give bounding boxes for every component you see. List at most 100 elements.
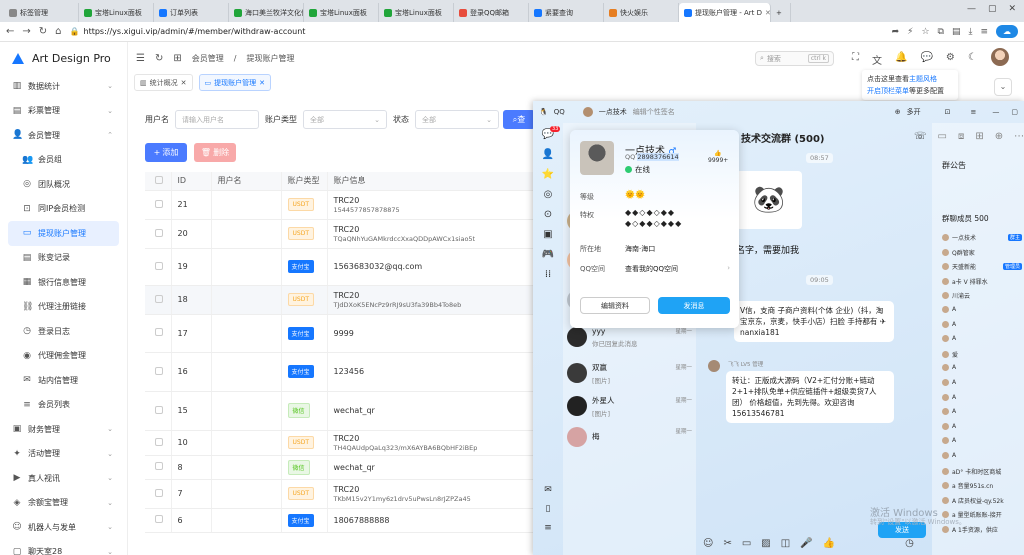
sidebar-item[interactable]: ◈ 余额宝管理 ⌄ — [0, 491, 127, 516]
maximize-icon[interactable]: ▢ — [1011, 108, 1018, 116]
table-row[interactable]: 15 微信 wechat_qr — [145, 391, 535, 431]
member-item[interactable]: A — [942, 452, 1022, 459]
page-tab[interactable]: ▥ 统计概况 ✕ — [134, 74, 193, 91]
extension-icon[interactable]: ⧉ — [938, 27, 944, 37]
member-item[interactable]: A — [942, 364, 1022, 372]
chat-bubble[interactable]: V信，支商 子商户资料(个体 企业)（抖，淘宝京东，京麦，快手小店）扫脸 手持都… — [734, 301, 894, 342]
collapse-menu-icon[interactable]: ☰ — [136, 53, 145, 64]
select-all-checkbox[interactable] — [155, 175, 163, 184]
translate-icon[interactable]: 文 — [872, 52, 882, 67]
member-item[interactable]: a 音量951s.cn — [942, 481, 1022, 490]
multi-open-icon[interactable]: ⊕ — [895, 108, 901, 116]
table-row[interactable]: 17 支付宝 9999 — [145, 314, 535, 353]
star-icon[interactable]: ☆ — [921, 27, 929, 37]
table-row[interactable]: 6 支付宝 18067888888 — [145, 508, 535, 533]
scissors-icon[interactable]: ✂ — [723, 538, 731, 549]
close-tab-icon[interactable]: ✕ — [765, 9, 770, 17]
qzone-link[interactable]: 查看我的QQ空间 › — [625, 264, 730, 274]
row-checkbox[interactable] — [155, 488, 163, 497]
conversation-item[interactable]: 双赢 [图片] 星期一 — [563, 355, 696, 391]
profile-likes[interactable]: 👍 9999+ — [708, 150, 728, 164]
history-icon[interactable]: ◷ — [905, 538, 914, 549]
home-icon[interactable]: ⌂ — [55, 26, 61, 37]
type-select[interactable]: 全部 ⌄ — [303, 110, 387, 129]
menu-icon[interactable]: ≡ — [544, 523, 552, 533]
sidebar-item[interactable]: ▣ 财务管理 ⌄ — [0, 417, 127, 442]
member-item[interactable]: 一点技术 群主 — [942, 233, 1022, 242]
phone-icon[interactable]: ▯ — [546, 504, 551, 514]
url-field[interactable]: 🔒 https://ys.xigui.vip/admin/#/member/wi… — [70, 27, 884, 36]
chevron-down-icon[interactable]: ⌄ — [994, 78, 1012, 96]
header-search[interactable]: ⌕ 搜索 ctrl k — [755, 51, 834, 66]
contacts-icon[interactable]: 👤 — [542, 149, 554, 160]
conversation-item[interactable]: 梅 星期一 — [563, 419, 696, 455]
pin-icon[interactable]: ⊡ — [945, 108, 951, 116]
multi-open-label[interactable]: 多开 — [907, 107, 921, 117]
member-item[interactable]: 天盛新能 管理员 — [942, 262, 1022, 271]
channel-icon[interactable]: ⊙ — [544, 209, 552, 220]
member-item[interactable]: A — [942, 408, 1022, 416]
browser-tab[interactable]: 提现账户管理 - Art D ✕ — [679, 3, 771, 22]
sticker-image[interactable]: 🐼 — [736, 171, 802, 229]
sidebar-item[interactable]: ◉ 代理佣金管理 — [0, 344, 127, 369]
sidebar-item[interactable]: ☺ 机器人与发单 ⌄ — [0, 515, 127, 540]
browser-tab[interactable]: 宝塔Linux面板 — [79, 3, 154, 22]
row-checkbox[interactable] — [155, 366, 163, 375]
image-icon[interactable]: ▨ — [761, 538, 770, 549]
tip-theme-link[interactable]: 主题风格 — [909, 75, 937, 83]
mail-icon[interactable]: ✉ — [544, 485, 552, 495]
sidebar-item[interactable]: ▦ 银行信息管理 — [0, 270, 127, 295]
qq-self-avatar[interactable] — [582, 107, 593, 117]
tip-topmenu-link[interactable]: 开启顶栏菜单 — [867, 87, 909, 95]
status-select[interactable]: 全部 ⌄ — [415, 110, 499, 129]
collections-icon[interactable]: ▤ — [952, 27, 961, 37]
logo[interactable]: Art Design Pro — [0, 42, 127, 74]
row-checkbox[interactable] — [155, 405, 163, 414]
row-checkbox[interactable] — [155, 515, 163, 523]
sidebar-item[interactable]: ✦ 活动管理 ⌄ — [0, 442, 127, 467]
row-checkbox[interactable] — [155, 199, 163, 208]
close-icon[interactable]: ✕ — [1008, 4, 1016, 18]
sidebar-item[interactable]: ⛓ 代理注册链接 — [0, 295, 127, 320]
menu-icon[interactable]: ≡ — [971, 108, 977, 116]
page-tab[interactable]: ▭ 提现账户管理 ✕ — [198, 74, 271, 91]
bell-icon[interactable]: 🔔 — [895, 52, 907, 67]
planet-icon[interactable]: ◎ — [544, 189, 553, 200]
minimize-icon[interactable]: — — [992, 108, 999, 116]
group-announcement[interactable]: 群公告 — [942, 160, 966, 171]
member-item[interactable]: A — [942, 393, 1022, 401]
maximize-icon[interactable]: ▢ — [988, 4, 997, 18]
download-icon[interactable]: ⤓ — [968, 27, 972, 37]
row-checkbox[interactable] — [155, 437, 163, 446]
row-checkbox[interactable] — [155, 462, 163, 470]
sidebar-item[interactable]: ◷ 登录日志 — [0, 319, 127, 344]
sidebar-item[interactable]: ⊡ 同IP会员检测 — [0, 197, 127, 222]
browser-tab[interactable]: 紧要查询 — [529, 3, 604, 22]
member-item[interactable]: a卡 V 排罪水 — [942, 277, 1022, 286]
sender-name[interactable]: 飞飞 LV5 管理 — [728, 360, 763, 368]
red-packet-icon[interactable]: ◫ — [781, 538, 790, 549]
favorite-icon[interactable]: ⭐ — [542, 169, 554, 180]
member-item[interactable]: aD° 卡和时区商城 — [942, 467, 1022, 476]
cloud-icon[interactable]: ☁ — [996, 25, 1018, 38]
breadcrumb-item[interactable]: 会员管理 — [192, 53, 224, 64]
sidebar-item[interactable]: ▢ 聊天室28 ⌄ — [0, 540, 127, 555]
send-message-button[interactable]: 发消息 — [658, 297, 730, 314]
chat-icon[interactable]: 💬 — [920, 52, 932, 67]
member-item[interactable]: Q群管家 — [942, 248, 1022, 257]
document-icon[interactable]: ▣ — [543, 229, 552, 240]
browser-tab[interactable]: 宝塔Linux面板 — [379, 3, 454, 22]
game-icon[interactable]: 🎮 — [542, 249, 554, 260]
emoji-icon[interactable]: ☺ — [703, 538, 713, 549]
avatar[interactable] — [991, 48, 1009, 66]
theme-moon-icon[interactable]: ☾ — [968, 52, 977, 67]
mic-icon[interactable]: 🎤 — [800, 538, 812, 549]
sidebar-item[interactable]: 👥 会员组 — [0, 148, 127, 173]
refresh-icon[interactable]: ↻ — [155, 53, 163, 64]
browser-tab[interactable]: 标签管理 — [4, 3, 79, 22]
like-icon[interactable]: 👍 — [823, 538, 835, 549]
bolt-icon[interactable]: ⚡ — [907, 27, 913, 37]
table-row[interactable]: 16 支付宝 123456 — [145, 352, 535, 392]
table-row[interactable]: 7 USDT TRC20 TKbM15v2Y1my6z1drv5uPwsLn8rJZP… — [145, 479, 535, 509]
qq-number[interactable]: 2898376614 — [637, 153, 679, 161]
